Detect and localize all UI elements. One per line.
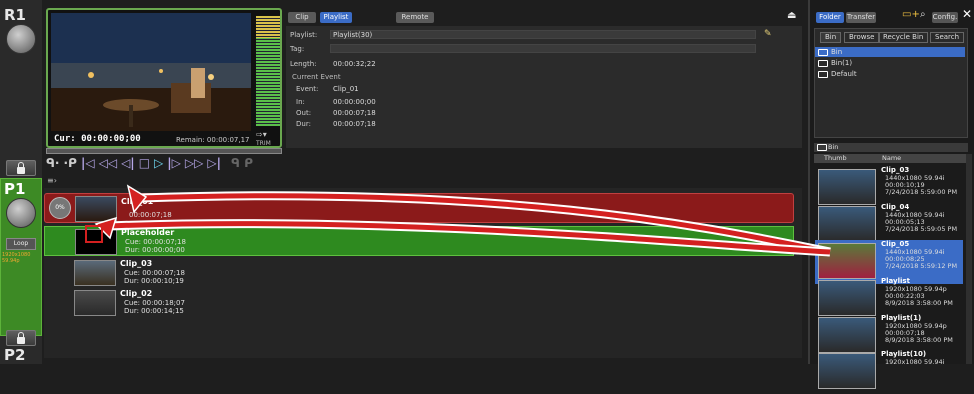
drag-arrow-overlay (85, 184, 831, 257)
